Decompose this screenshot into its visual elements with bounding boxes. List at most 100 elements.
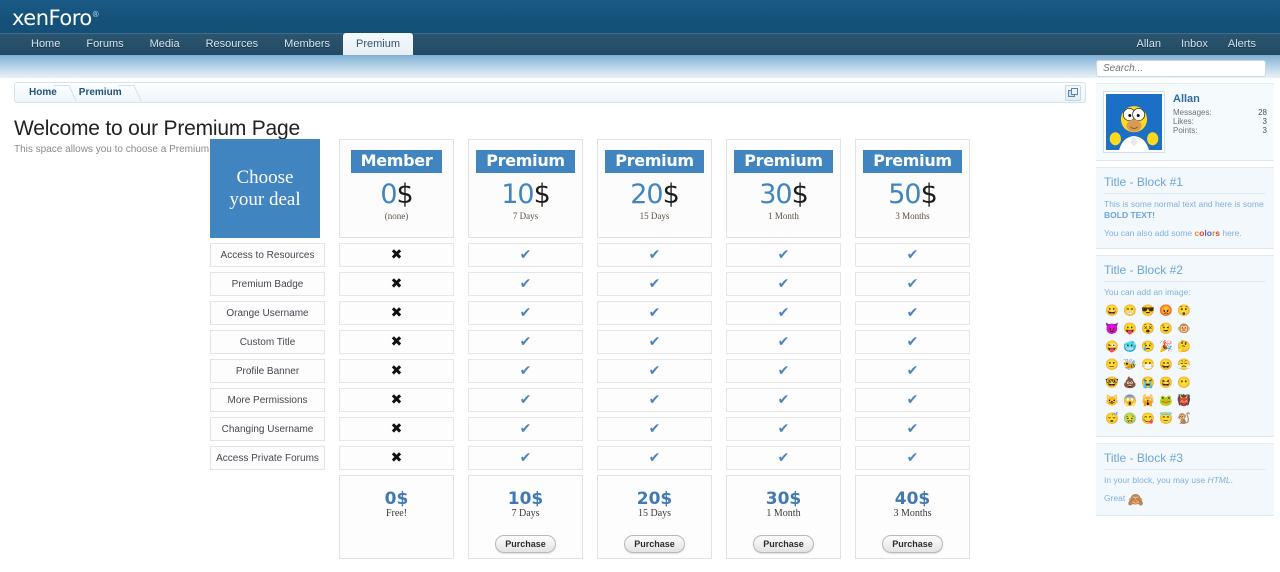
breadcrumb-item-premium[interactable]: Premium bbox=[65, 83, 130, 102]
purchase-button[interactable]: Purchase bbox=[624, 535, 685, 553]
feature-label: Changing Username bbox=[210, 417, 325, 441]
feature-cell: ✔ bbox=[468, 446, 583, 470]
nav-item-alerts[interactable]: Alerts bbox=[1218, 33, 1266, 55]
smiley-icon[interactable]: 🎉 bbox=[1158, 339, 1174, 355]
site-logo[interactable]: xenForo® bbox=[12, 6, 100, 30]
smiley-icon[interactable]: 🐸 bbox=[1158, 393, 1174, 409]
sidebar-block-3: Title - Block #3 In your block, you may … bbox=[1096, 443, 1274, 516]
feature-cell: ✔ bbox=[468, 388, 583, 412]
smiley-icon[interactable]: 😀 bbox=[1104, 303, 1120, 319]
feature-cell: ✔ bbox=[597, 301, 712, 325]
smiley-icon[interactable]: 😄 bbox=[1158, 357, 1174, 373]
pricing-plan-column: Premium 30$ 1 Month ✔ ✔ ✔ ✔ ✔ ✔ ✔ ✔ 30$ 1 Month Purch… bbox=[726, 139, 841, 559]
smiley-icon[interactable]: 😁 bbox=[1122, 303, 1138, 319]
smiley-icon[interactable]: 👹 bbox=[1176, 393, 1192, 409]
page-title: Welcome to our Premium Page bbox=[14, 117, 300, 140]
smiley-icon[interactable]: 🙂 bbox=[1104, 357, 1120, 373]
smiley-icon[interactable]: 😺 bbox=[1104, 393, 1120, 409]
nav-item-resources[interactable]: Resources bbox=[193, 33, 272, 55]
smiley-icon[interactable]: 😎 bbox=[1140, 303, 1156, 319]
smiley-icon[interactable]: 😭 bbox=[1140, 375, 1156, 391]
smiley-icon[interactable]: 🙀 bbox=[1140, 393, 1156, 409]
feature-cell: ✔ bbox=[597, 359, 712, 383]
pricing-plan-column: Member 0$ (none) ✖ ✖ ✖ ✖ ✖ ✖ ✖ ✖ 0$ Free! bbox=[339, 139, 454, 559]
sidebar-block-2: Title - Block #2 You can add an image: 😀… bbox=[1096, 255, 1274, 437]
smiley-icon[interactable]: 🥶 bbox=[1122, 339, 1138, 355]
feature-cell: ✔ bbox=[468, 330, 583, 354]
check-icon: ✔ bbox=[648, 305, 661, 321]
nav-item-members[interactable]: Members bbox=[271, 33, 343, 55]
smiley-icon[interactable]: 🤢 bbox=[1122, 411, 1138, 427]
check-icon: ✔ bbox=[519, 334, 532, 350]
smiley-icon[interactable]: 😴 bbox=[1104, 411, 1120, 427]
open-in-new-window-icon[interactable] bbox=[1065, 85, 1081, 101]
feature-label: Access Private Forums bbox=[210, 446, 325, 470]
feature-cell: ✔ bbox=[726, 417, 841, 441]
nav-item-premium[interactable]: Premium bbox=[343, 33, 414, 55]
check-icon: ✔ bbox=[777, 421, 790, 437]
smiley-icon[interactable]: 😋 bbox=[1140, 411, 1156, 427]
plan-footer-price: 10$ bbox=[507, 489, 544, 509]
smiley-icon[interactable]: 😆 bbox=[1158, 375, 1174, 391]
smiley-icon[interactable]: 😱 bbox=[1122, 393, 1138, 409]
plan-period: 1 Month bbox=[768, 211, 799, 221]
smiley-icon[interactable]: 🐵 bbox=[1176, 321, 1192, 337]
plan-footer-price: 40$ bbox=[894, 489, 931, 509]
plan-period: (none) bbox=[384, 211, 409, 221]
block1-line2-pre: You can also add some bbox=[1104, 228, 1195, 238]
feature-cell: ✔ bbox=[855, 272, 970, 296]
smiley-icon[interactable]: 😵 bbox=[1140, 321, 1156, 337]
check-icon: ✔ bbox=[906, 276, 919, 292]
plan-footer-price: 0$ bbox=[384, 489, 409, 509]
check-icon: ✔ bbox=[648, 421, 661, 437]
smiley-icon[interactable]: 😉 bbox=[1158, 321, 1174, 337]
breadcrumb-item-home[interactable]: Home bbox=[15, 83, 65, 102]
purchase-button[interactable]: Purchase bbox=[753, 535, 814, 553]
cross-icon: ✖ bbox=[390, 305, 403, 321]
check-icon: ✔ bbox=[906, 363, 919, 379]
smiley-icon[interactable]: 😷 bbox=[1140, 357, 1156, 373]
nav-item-inbox[interactable]: Inbox bbox=[1171, 33, 1218, 55]
check-icon: ✔ bbox=[906, 305, 919, 321]
stat-value: 3 bbox=[1262, 126, 1267, 135]
avatar[interactable] bbox=[1103, 91, 1165, 153]
user-stat-likes: Likes: 3 bbox=[1173, 117, 1267, 126]
feature-column-footer-spacer bbox=[210, 475, 325, 559]
plan-price: 30$ bbox=[759, 179, 809, 210]
sidebar-block-body: You can add an image: bbox=[1104, 287, 1191, 297]
block1-colored-word: colors bbox=[1194, 228, 1220, 238]
smiley-icon[interactable]: 🐝 bbox=[1122, 357, 1138, 373]
user-name[interactable]: Allan bbox=[1173, 93, 1267, 105]
monkey-emoji-icon: 🙈 bbox=[1127, 492, 1144, 507]
cross-icon: ✖ bbox=[390, 247, 403, 263]
smiley-icon[interactable]: 😛 bbox=[1122, 321, 1138, 337]
nav-item-home[interactable]: Home bbox=[18, 33, 73, 55]
plan-footer: 0$ Free! bbox=[339, 475, 454, 559]
smiley-icon[interactable]: 😈 bbox=[1104, 321, 1120, 337]
currency-symbol: $ bbox=[791, 179, 809, 210]
check-icon: ✔ bbox=[519, 421, 532, 437]
nav-item-media[interactable]: Media bbox=[137, 33, 193, 55]
purchase-button[interactable]: Purchase bbox=[882, 535, 943, 553]
feature-cell: ✔ bbox=[726, 301, 841, 325]
purchase-button[interactable]: Purchase bbox=[495, 535, 556, 553]
search-input[interactable] bbox=[1096, 60, 1266, 77]
smiley-icon[interactable]: 🤔 bbox=[1176, 339, 1192, 355]
nav-item-account[interactable]: Allan bbox=[1126, 33, 1170, 55]
check-icon: ✔ bbox=[906, 247, 919, 263]
smiley-icon[interactable]: 😡 bbox=[1158, 303, 1174, 319]
feature-label: Profile Banner bbox=[210, 359, 325, 383]
smiley-icon[interactable]: 😜 bbox=[1104, 339, 1120, 355]
plan-footer-period: 1 Month bbox=[766, 508, 801, 519]
smiley-icon[interactable]: 😤 bbox=[1176, 357, 1192, 373]
smiley-icon[interactable]: 🤓 bbox=[1104, 375, 1120, 391]
smiley-icon[interactable]: 💩 bbox=[1122, 375, 1138, 391]
smiley-icon[interactable]: 😢 bbox=[1140, 339, 1156, 355]
smiley-icon[interactable]: 😇 bbox=[1158, 411, 1174, 427]
plan-header: Member 0$ (none) bbox=[339, 139, 454, 238]
smiley-icon[interactable]: 😶 bbox=[1176, 375, 1192, 391]
smiley-icon[interactable]: 🐒 bbox=[1176, 411, 1192, 427]
sidebar-block-body: This is some normal text and here is som… bbox=[1104, 199, 1266, 239]
smiley-icon[interactable]: 😲 bbox=[1176, 303, 1192, 319]
nav-item-forums[interactable]: Forums bbox=[73, 33, 136, 55]
